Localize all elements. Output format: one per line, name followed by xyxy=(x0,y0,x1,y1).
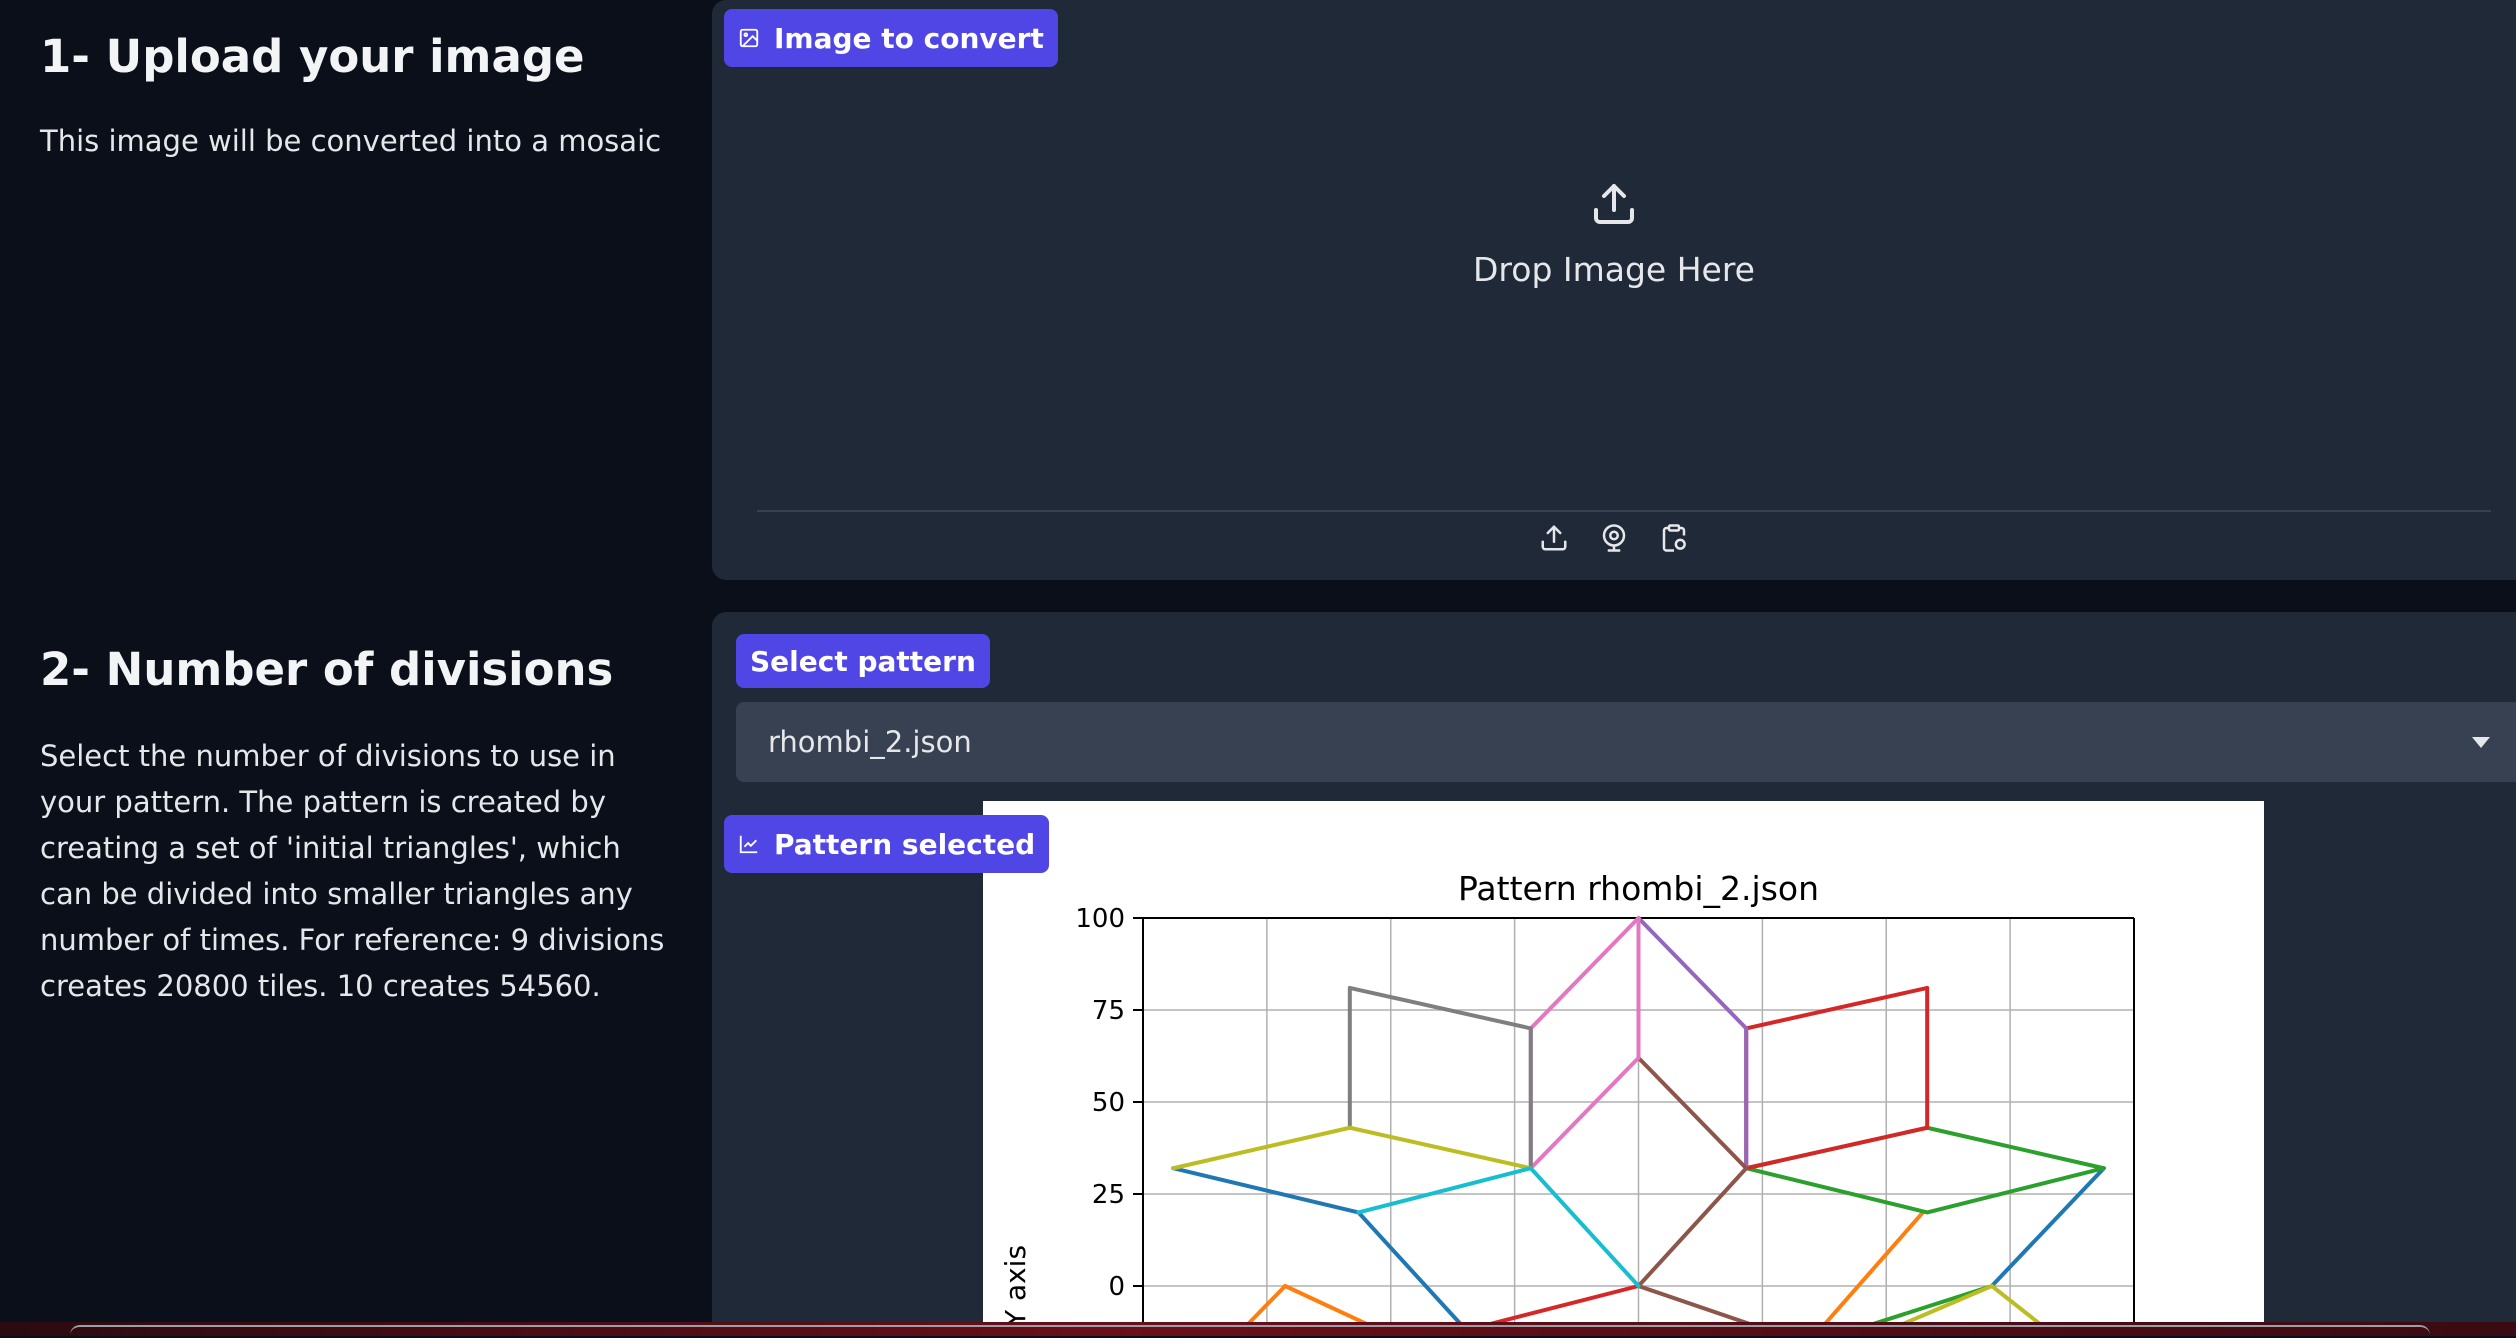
series-line-1 xyxy=(1989,1166,2106,1288)
section2-description: Select the number of divisions to use in… xyxy=(40,739,665,1003)
series-line-14 xyxy=(1171,1125,1533,1171)
source-toolbar xyxy=(712,520,2516,556)
chart-title: Pattern rhombi_2.json xyxy=(1458,869,1819,908)
image-upload-panel[interactable]: Image to convert Drop Image Here xyxy=(712,0,2516,580)
drop-zone[interactable]: Drop Image Here xyxy=(712,180,2516,289)
chevron-down-icon[interactable] xyxy=(2472,736,2490,748)
pattern-chart: 0 25 50 75 100 Pattern rhombi_2.json Y axis xyxy=(999,869,2135,1331)
y-axis-label: Y axis xyxy=(999,1245,1032,1328)
chart-icon xyxy=(739,835,758,854)
y-tick-label: 75 xyxy=(1092,996,1125,1026)
pattern-dropdown[interactable]: rhombi_2.json xyxy=(736,702,2516,782)
webcam-icon[interactable] xyxy=(1599,520,1629,556)
select-pattern-label: Select pattern xyxy=(750,644,976,678)
series-line-12 xyxy=(1528,916,1641,1171)
upload-icon xyxy=(1594,184,1634,224)
clipboard-icon[interactable] xyxy=(1659,520,1689,556)
section2-heading: 2- Number of divisions xyxy=(40,643,614,696)
divider xyxy=(757,510,2491,512)
pattern-panel: Select pattern rhombi_2.json 0 25 50 75 100 P… xyxy=(712,612,2516,1336)
pattern-selected-label: Pattern selected xyxy=(774,827,1036,861)
image-icon xyxy=(739,28,759,48)
series-line-11 xyxy=(1636,1166,1770,1331)
drop-image-label: Drop Image Here xyxy=(1473,250,1755,289)
series-line-5 xyxy=(1744,1125,2106,1215)
y-tick-label: 50 xyxy=(1092,1088,1125,1118)
pattern-plot: 0 25 50 75 100 Pattern rhombi_2.json Y axis xyxy=(983,801,2264,1331)
section1-description: This image will be converted into a mosa… xyxy=(40,124,662,158)
y-tick-label: 25 xyxy=(1092,1180,1125,1210)
series-line-9 xyxy=(1636,916,1749,1171)
image-to-convert-badge: Image to convert xyxy=(724,9,1058,67)
series-line-13 xyxy=(1347,985,1533,1171)
series-line-10 xyxy=(1636,1055,1749,1171)
series-line-0 xyxy=(1171,1166,1469,1331)
section1-heading: 1- Upload your image xyxy=(40,30,585,83)
upload-icon[interactable] xyxy=(1539,520,1569,556)
y-tick-label: 100 xyxy=(1075,904,1125,934)
series-line-7 xyxy=(1744,985,1930,1171)
select-pattern-badge: Select pattern xyxy=(736,634,990,688)
pattern-selected-badge: Pattern selected xyxy=(724,815,1050,873)
taskbar-edge xyxy=(70,1325,2430,1338)
badge-label: Image to convert xyxy=(774,21,1044,55)
series-line-17 xyxy=(1356,1166,1641,1288)
y-tick-label: 0 xyxy=(1108,1272,1125,1302)
pattern-dropdown-value: rhombi_2.json xyxy=(768,725,972,759)
